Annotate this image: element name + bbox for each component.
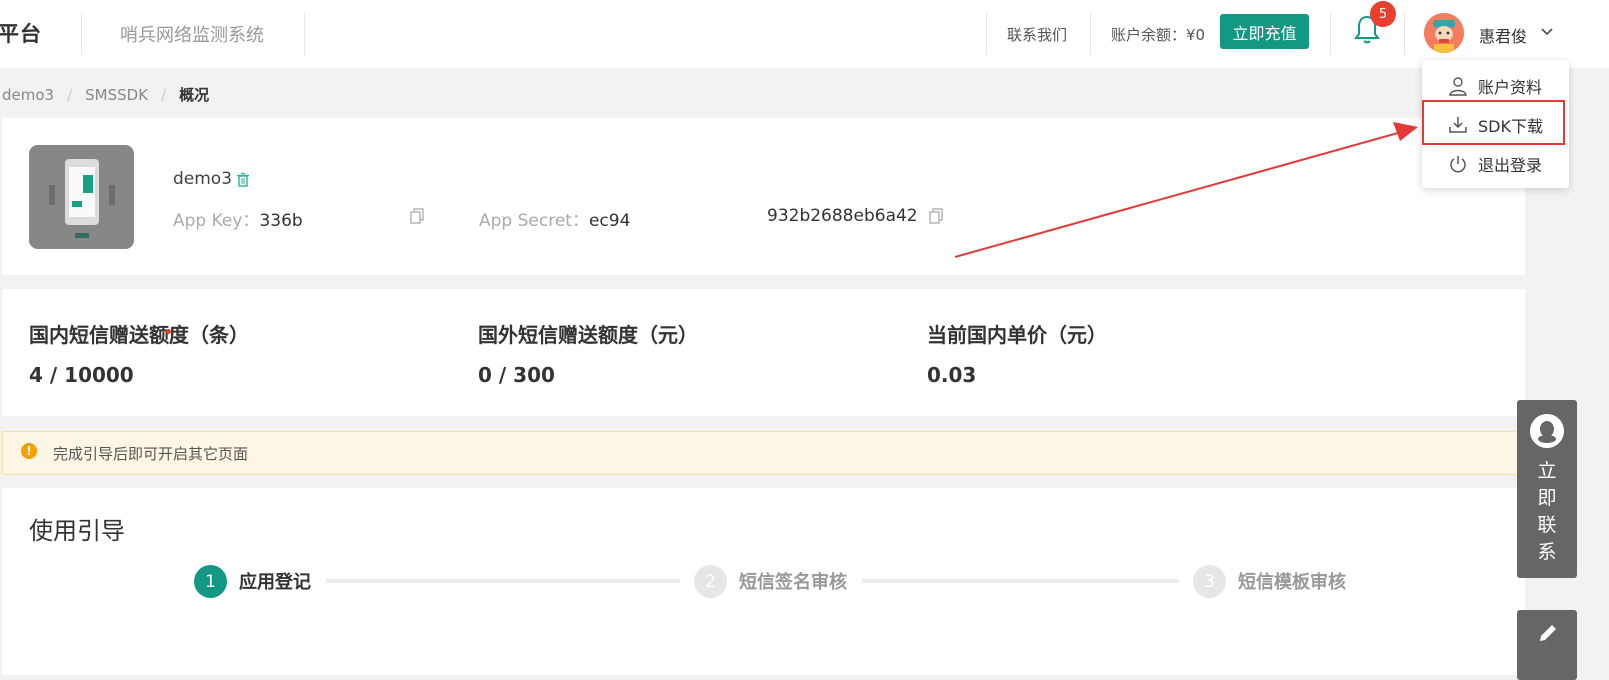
step-2-label: 短信签名审核	[739, 572, 847, 593]
stat-value: 0.03	[927, 363, 977, 387]
contact-now-text[interactable]: 立即联系	[1536, 458, 1558, 566]
step-2-circle: 2	[694, 565, 727, 598]
divider	[304, 13, 305, 55]
app-key: App Key：336b	[173, 206, 303, 231]
step-1-label: 应用登记	[239, 572, 311, 593]
step-3-circle: 3	[1193, 565, 1226, 598]
app-secret: App Secret：ec94	[479, 206, 630, 231]
copy-icon[interactable]	[929, 208, 943, 224]
feedback-float[interactable]	[1517, 610, 1577, 680]
chevron-down-icon[interactable]	[1540, 26, 1554, 38]
step-connector	[326, 579, 680, 583]
app-name: demo3	[173, 169, 233, 189]
menu-item-logout[interactable]: 退出登录	[1448, 152, 1542, 176]
stat-title: 国内短信赠送额度（条）	[29, 323, 249, 347]
copy-icon[interactable]	[410, 208, 424, 224]
divider	[81, 13, 82, 55]
breadcrumb-separator: /	[67, 86, 73, 104]
divider	[1330, 13, 1331, 55]
stats-card	[2, 289, 1525, 416]
trash-icon[interactable]	[236, 172, 250, 188]
divider	[986, 13, 987, 55]
pencil-icon[interactable]	[1537, 622, 1559, 644]
user-icon	[1449, 77, 1467, 96]
notice-text: 完成引导后即可开启其它页面	[53, 445, 249, 463]
app-secret-tail: 932b2688eb6a42	[767, 206, 918, 226]
app-secret-value: ec94	[588, 211, 631, 231]
menu-item-account-profile[interactable]: 账户资料	[1448, 74, 1542, 98]
stat-value: 0 / 300	[478, 363, 555, 387]
warning-icon: !	[21, 443, 37, 459]
redaction-blur	[638, 203, 760, 227]
app-secret-label: App Secret：	[479, 211, 589, 231]
guide-title: 使用引导	[29, 517, 125, 545]
stat-title: 国外短信赠送额度（元）	[478, 323, 698, 347]
step-connector	[862, 579, 1179, 583]
username[interactable]: 惠君俊	[1479, 23, 1527, 47]
qq-icon	[1530, 414, 1564, 448]
power-icon	[1450, 156, 1466, 173]
stat-title: 当前国内单价（元）	[927, 323, 1107, 347]
breadcrumb-item[interactable]: SMSSDK	[85, 86, 148, 104]
account-balance: 账户余额：¥0	[1111, 26, 1206, 44]
contact-us-link[interactable]: 联系我们	[1007, 24, 1067, 45]
app-thumbnail	[29, 145, 134, 249]
brand-title: 平台	[0, 22, 42, 46]
red-dot	[166, 329, 171, 334]
divider	[1404, 13, 1405, 55]
notification-badge: 5	[1370, 1, 1396, 27]
divider	[1090, 13, 1091, 55]
app-key-value: 336b	[259, 211, 303, 231]
app-key-label: App Key：	[173, 211, 260, 231]
user-avatar[interactable]	[1424, 13, 1464, 53]
app-info-card	[2, 118, 1525, 275]
stat-value: 4 / 10000	[29, 363, 134, 387]
breadcrumb: demo3 / SMSSDK / 概况	[2, 84, 209, 105]
recharge-button[interactable]: 立即充值	[1220, 14, 1309, 49]
redaction-blur	[320, 204, 395, 226]
system-name[interactable]: 哨兵网络监测系统	[120, 21, 264, 47]
step-1-circle: 1	[194, 565, 227, 598]
breadcrumb-item[interactable]: demo3	[2, 86, 54, 104]
step-3-label: 短信模板审核	[1238, 572, 1346, 593]
breadcrumb-current: 概况	[179, 86, 210, 104]
breadcrumb-separator: /	[161, 86, 167, 104]
highlight-box	[1422, 100, 1565, 145]
